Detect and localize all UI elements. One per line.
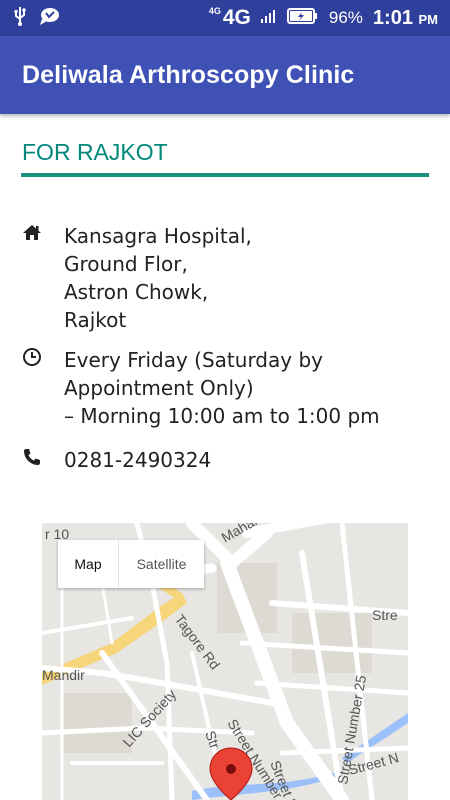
chat-icon [38,6,60,31]
battery-percent: 96% [328,8,363,27]
address-row: Kansagra Hospital, Ground Flor, Astron C… [22,222,252,332]
address-line: Astron Chowk, [64,280,209,304]
satellite-button[interactable]: Satellite [119,540,204,588]
section-title: FOR RAJKOT [22,139,168,165]
timing-line: Appointment Only) [64,376,254,400]
battery-icon [286,7,319,30]
app-bar: Deliwala Arthroscopy Clinic [0,36,450,114]
clock-icon [22,347,42,367]
phone-row[interactable]: 0281-2490324 [22,446,211,472]
home-icon [22,223,42,243]
usb-icon [12,6,28,31]
timing-row: Every Friday (Saturday by Appointment On… [22,346,380,428]
network-type: 4G 4G [208,6,251,29]
address-line: Ground Flor, [64,252,188,276]
address-text: Kansagra Hospital, Ground Flor, Astron C… [64,222,424,334]
address-line: Kansagra Hospital, [64,224,252,248]
map-button[interactable]: Map [58,540,119,588]
map-label-stre: Stre [372,607,398,623]
phone-icon [22,447,42,467]
timing-text: Every Friday (Saturday by Appointment On… [64,346,424,430]
status-bar: 4G 4G 96% 1:01 PM [0,0,450,36]
signal-icon [260,8,277,28]
phone-number[interactable]: 0281-2490324 [64,446,424,474]
section-divider [21,173,429,177]
address-line: Rajkot [64,308,127,332]
map-label-mandir: Mandir [42,667,85,683]
map-type-control: Map Satellite [58,540,204,588]
timing-line: – Morning 10:00 am to 1:00 pm [64,404,380,428]
clock-time: 1:01 PM [372,6,438,29]
app-title: Deliwala Arthroscopy Clinic [22,60,355,89]
map-view[interactable]: r 10 Mahakal Tagore Rd Mandir LIC Societ… [42,523,408,800]
timing-line: Every Friday (Saturday by [64,348,323,372]
